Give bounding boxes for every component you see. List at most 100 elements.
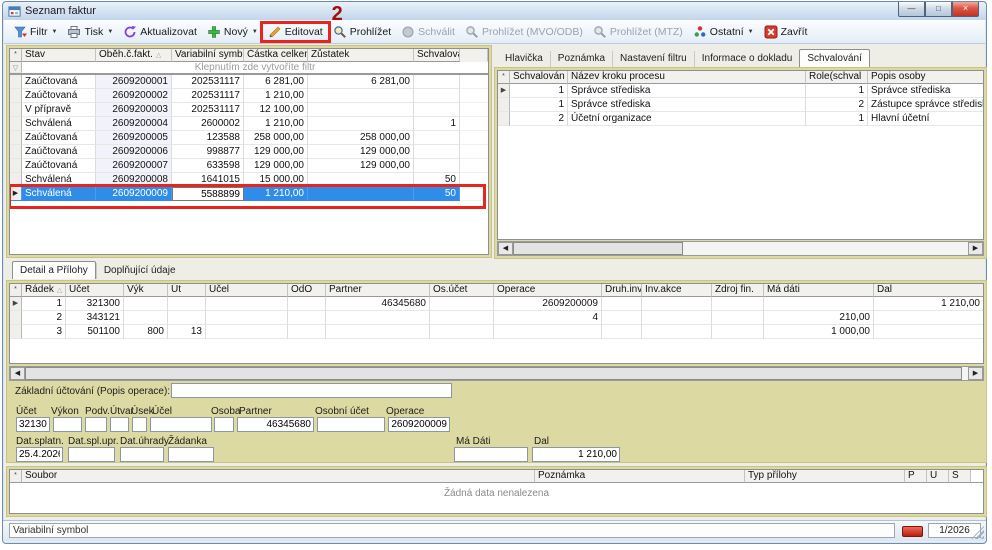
scrollbar-thumb[interactable]	[25, 367, 962, 380]
dat-splatn-input[interactable]	[16, 447, 63, 462]
column-header-zdroj-fin[interactable]: Zdroj fin.	[712, 284, 764, 297]
new-button[interactable]: Nový ▼	[202, 23, 263, 41]
partner-input[interactable]	[237, 417, 314, 432]
tab-doplnujici-udaje[interactable]: Doplňující údaje	[96, 263, 183, 279]
ucet-input[interactable]	[16, 417, 50, 432]
tab-detail-a-prilohy[interactable]: Detail a Přílohy	[12, 261, 96, 279]
column-header-nazev-kroku[interactable]: Název kroku procesu	[568, 71, 806, 84]
view-button[interactable]: Prohlížet	[328, 23, 396, 41]
column-header-ma-dati[interactable]: Má dáti	[764, 284, 874, 297]
column-header-operace[interactable]: Operace	[494, 284, 602, 297]
column-header-castka[interactable]: Částka celkem	[244, 49, 308, 62]
filter-button[interactable]: Filtr ▼	[8, 23, 62, 41]
invoice-row[interactable]: Zaúčtovaná 2609200002 202531117 1 210,00	[10, 89, 488, 103]
dal-input[interactable]	[532, 447, 620, 462]
column-header-radek[interactable]: Řádek△	[22, 284, 66, 297]
approval-grid-header: * Schvalován Název kroku procesu Role(sc…	[498, 71, 983, 84]
invoice-row[interactable]: Zaúčtovaná 2609200005 123588 258 000,00 …	[10, 131, 488, 145]
tab-informace-o-dokladu[interactable]: Informace o dokladu	[694, 51, 800, 67]
dat-spl-upr-input[interactable]	[68, 447, 115, 462]
column-header-zustatek[interactable]: Zůstatek	[308, 49, 414, 62]
invoice-row[interactable]: V přípravě 2609200003 202531117 12 100,0…	[10, 103, 488, 117]
ucel-input[interactable]	[150, 417, 212, 432]
column-header-poznamka[interactable]: Poznámka	[535, 470, 745, 483]
column-header-typ-prilohy[interactable]: Typ přílohy	[745, 470, 905, 483]
column-header-druh-inv[interactable]: Druh.inv.	[602, 284, 642, 297]
detail-row[interactable]: 2 343121 4 210,00	[10, 311, 983, 325]
column-header-schvalovan[interactable]: Schvalován	[510, 71, 568, 84]
column-header-vyk[interactable]: Výk	[124, 284, 168, 297]
invoice-row[interactable]: Zaúčtovaná 2609200006 998877 129 000,00 …	[10, 145, 488, 159]
column-header-cislo[interactable]: Oběh.č.fakt.△	[96, 49, 172, 62]
invoice-row-selected[interactable]: 1 ▶ Schválená 2609200009 5588899 1 210,0…	[10, 187, 488, 201]
tab-hlavicka[interactable]: Hlavička	[498, 51, 550, 67]
column-header-s[interactable]: S	[949, 470, 971, 483]
popis-operace-input[interactable]	[171, 383, 452, 398]
grid-corner-icon[interactable]: *	[498, 71, 510, 84]
invoice-row[interactable]: Schválená 2609200004 2600002 1 210,00 1	[10, 117, 488, 131]
column-header-p[interactable]: P	[905, 470, 927, 483]
close-list-button[interactable]: Zavřít	[759, 23, 813, 41]
approval-hscrollbar[interactable]: ◀ ▶	[497, 241, 984, 256]
grid-corner-icon[interactable]: *	[10, 284, 22, 297]
invoice-row[interactable]: Zaúčtovaná 2609200007 633598 129 000,00 …	[10, 159, 488, 173]
ma-dati-input[interactable]	[454, 447, 528, 462]
usek-input[interactable]	[132, 417, 147, 432]
maximize-button[interactable]: □	[925, 2, 952, 17]
detail-row[interactable]: 3 501100 800 13 1 000,00	[10, 325, 983, 339]
column-header-schval[interactable]: Schvalovací	[414, 49, 460, 62]
scroll-right-icon[interactable]: ▶	[968, 242, 983, 255]
other-button[interactable]: Ostatní ▼	[688, 23, 759, 41]
view-mvo-odb-button[interactable]: Prohlížet (MVO/ODB)	[460, 23, 588, 41]
minimize-button[interactable]: —	[898, 2, 925, 17]
column-header-popis-osoby[interactable]: Popis osoby	[868, 71, 983, 84]
refresh-button[interactable]: Aktualizovat	[118, 23, 202, 41]
vykon-input[interactable]	[53, 417, 82, 432]
new-label: Nový	[224, 26, 248, 38]
grid-corner-icon[interactable]: *	[10, 49, 22, 62]
column-header-soubor[interactable]: Soubor	[22, 470, 535, 483]
column-header-ut[interactable]: Út	[168, 284, 206, 297]
tab-poznamka[interactable]: Poznámka	[550, 51, 612, 67]
column-header-partner[interactable]: Partner	[326, 284, 430, 297]
osobni-ucet-input[interactable]	[317, 417, 385, 432]
osoba-input[interactable]	[214, 417, 234, 432]
column-header-dal[interactable]: Dal	[874, 284, 983, 297]
invoice-row[interactable]: Zaúčtovaná 2609200001 202531117 6 281,00…	[10, 75, 488, 89]
column-header-ucet[interactable]: Účet	[66, 284, 124, 297]
utvar-input[interactable]	[110, 417, 129, 432]
approve-button[interactable]: Schválit	[396, 23, 460, 41]
column-header-stav[interactable]: Stav	[22, 49, 96, 62]
approval-row[interactable]: 1 Správce střediska 2 Zástupce správce s…	[498, 98, 983, 112]
scroll-right-icon[interactable]: ▶	[968, 367, 983, 380]
column-header-u[interactable]: U	[927, 470, 949, 483]
invoice-row[interactable]: Schválená 2609200008 1641015 15 000,00 5…	[10, 173, 488, 187]
app-icon	[8, 5, 21, 18]
grid-corner-icon[interactable]: *	[10, 470, 22, 483]
operace-input[interactable]	[388, 417, 450, 432]
focused-cell[interactable]: 5588899	[172, 187, 244, 201]
filter-row[interactable]: ▽ Klepnutím zde vytvoříte filtr	[10, 62, 488, 75]
dat-uhrady-input[interactable]	[120, 447, 164, 462]
scroll-left-icon[interactable]: ◀	[498, 242, 513, 255]
approval-row[interactable]: 2 Účetní organizace 1 Hlavní účetní	[498, 112, 983, 126]
detail-hscrollbar[interactable]: ◀ ▶	[9, 366, 984, 381]
column-header-inv-akce[interactable]: Inv.akce	[642, 284, 712, 297]
column-header-odo[interactable]: OdO	[288, 284, 326, 297]
column-header-os-ucet[interactable]: Os.účet	[430, 284, 494, 297]
tab-schvalovani[interactable]: Schvalování	[799, 49, 869, 67]
edit-button[interactable]: 2 Editovat	[263, 23, 328, 41]
column-header-vs[interactable]: Variabilní symbol	[172, 49, 244, 62]
column-header-role[interactable]: Role(schval	[806, 71, 868, 84]
detail-row[interactable]: ▶ 1 321300 46345680 2609200009 1 210,00	[10, 297, 983, 311]
scroll-left-icon[interactable]: ◀	[10, 367, 25, 380]
column-header-ucel[interactable]: Účel	[206, 284, 288, 297]
zadanka-input[interactable]	[168, 447, 214, 462]
scrollbar-thumb[interactable]	[513, 242, 683, 255]
tab-nastaveni-filtru[interactable]: Nastavení filtru	[612, 51, 694, 67]
podv-input[interactable]	[85, 417, 107, 432]
view-mtz-button[interactable]: Prohlížet (MTZ)	[588, 23, 688, 41]
print-button[interactable]: Tisk ▼	[62, 23, 118, 41]
approval-row[interactable]: ▶ 1 Správce střediska 1 Správce středisk…	[498, 84, 983, 98]
close-button[interactable]: ×	[952, 2, 979, 17]
